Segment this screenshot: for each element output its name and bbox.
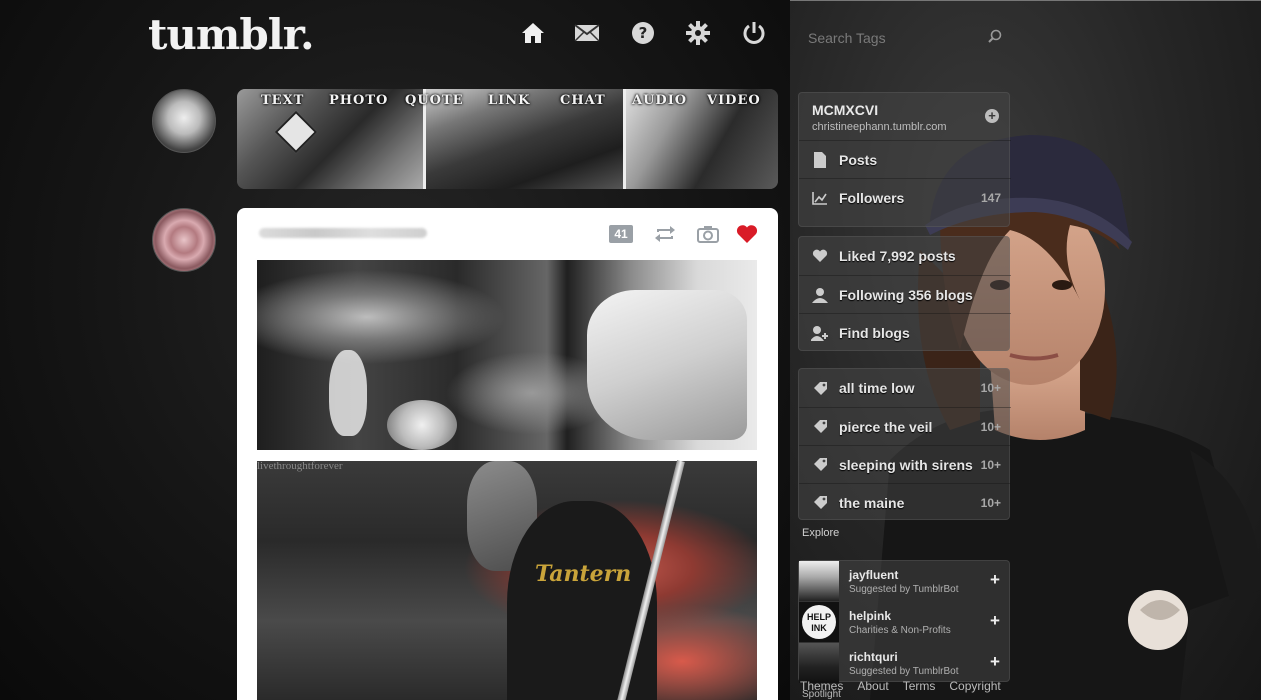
follow-button[interactable]: + — [987, 571, 1003, 588]
mail-icon[interactable] — [574, 20, 600, 46]
power-icon[interactable] — [741, 20, 767, 46]
footer-link-terms[interactable]: Terms — [903, 679, 936, 693]
search-input[interactable] — [808, 30, 978, 46]
tag-label: sleeping with sirens — [839, 456, 973, 473]
sidebar-item-label: Liked 7,992 posts — [839, 248, 956, 264]
post-card: 41 Tantern livethroughtforever — [237, 208, 778, 700]
tag-count: 10+ — [980, 381, 1001, 395]
tag-label: all time low — [839, 380, 915, 396]
tag-count: 10+ — [980, 419, 1001, 434]
tumblr-logo[interactable]: tumblr. — [148, 10, 315, 59]
footer-link-copyright[interactable]: Copyright — [949, 679, 1000, 693]
suggestion-item[interactable]: jayfluent Suggested by TumblrBot + — [799, 561, 1011, 602]
footer-link-spotlight[interactable]: Spotlight — [802, 689, 841, 700]
tag-icon — [811, 418, 829, 436]
sidebar-item-label: Following 356 blogs — [839, 286, 973, 303]
sidebar-item-find-blogs[interactable]: Find blogs — [799, 313, 1011, 351]
blog-panel: MCMXCVI christineephann.tumblr.com + Pos… — [798, 92, 1011, 227]
search-icon[interactable] — [988, 29, 1002, 48]
sidebar-item-liked[interactable]: Liked 7,992 posts — [799, 237, 1011, 275]
suggestion-name[interactable]: jayfluent — [849, 568, 898, 582]
help-ink-badge: HELP INK — [802, 605, 836, 639]
tag-item[interactable]: pierce the veil 10+ — [799, 407, 1011, 445]
suggestion-source: Suggested by TumblrBot — [849, 584, 959, 595]
sidebar-item-label: Find blogs — [839, 324, 910, 341]
heart-icon — [811, 247, 829, 265]
blog-name[interactable]: MCMXCVI — [812, 102, 878, 118]
sidebar-item-following[interactable]: Following 356 blogs — [799, 275, 1011, 313]
shirt-text: Tantern — [535, 561, 632, 587]
heart-icon[interactable] — [735, 222, 759, 246]
search-bar[interactable] — [800, 22, 1010, 54]
user-avatar[interactable] — [152, 89, 216, 153]
sidebar-item-followers[interactable]: Followers 147 — [799, 178, 1011, 216]
explore-label[interactable]: Explore — [802, 527, 839, 539]
suggestion-avatar[interactable] — [799, 643, 839, 683]
sidebar-item-posts[interactable]: Posts — [799, 140, 1011, 178]
sidebar-item-label: Posts — [839, 151, 878, 168]
tag-item[interactable]: the maine 10+ — [799, 483, 1011, 521]
tag-count: 10+ — [980, 457, 1001, 472]
post-type-audio[interactable]: AUDIO — [632, 93, 687, 108]
add-blog-button[interactable]: + — [985, 109, 999, 123]
notes-count-badge[interactable]: 41 — [609, 225, 633, 243]
activity-panel: Liked 7,992 posts Following 356 blogs Fi… — [798, 236, 1011, 351]
suggestion-item[interactable]: HELP INK helpink Charities & Non-Profits… — [799, 602, 1011, 643]
help-icon[interactable]: ? — [630, 20, 656, 46]
post-type-labels: TEXT PHOTO QUOTE LINK CHAT AUDIO VIDEO — [237, 93, 778, 111]
home-icon[interactable] — [520, 20, 546, 46]
post-type-chat[interactable]: CHAT — [560, 93, 606, 108]
person-icon — [811, 286, 829, 304]
tag-icon — [811, 456, 829, 474]
tag-icon — [811, 379, 829, 397]
tag-item[interactable]: sleeping with sirens 10+ — [799, 445, 1011, 483]
post-photo-2[interactable]: Tantern — [257, 460, 757, 700]
post-photo-1[interactable] — [257, 260, 757, 450]
post-type-text[interactable]: TEXT — [261, 93, 304, 108]
gear-icon[interactable] — [685, 20, 711, 46]
suggestion-name[interactable]: helpink — [849, 609, 891, 623]
suggestion-source: Suggested by TumblrBot — [849, 666, 959, 677]
reblog-icon[interactable] — [653, 222, 677, 246]
svg-text:?: ? — [639, 24, 648, 42]
sidebar-item-label: Followers — [839, 189, 905, 206]
suggestion-source: Charities & Non-Profits — [849, 625, 951, 636]
tag-item[interactable]: all time low 10+ — [799, 369, 1011, 407]
post-type-video[interactable]: VIDEO — [707, 93, 761, 108]
tag-label: pierce the veil — [839, 418, 933, 435]
post-type-link[interactable]: LINK — [488, 93, 530, 108]
post-author-avatar[interactable] — [152, 208, 216, 272]
blog-url[interactable]: christineephann.tumblr.com — [812, 121, 947, 133]
suggestions-panel: jayfluent Suggested by TumblrBot + HELP … — [798, 560, 1011, 684]
post-type-photo[interactable]: PHOTO — [329, 93, 388, 108]
followers-count: 147 — [980, 190, 1001, 205]
photo-credit: livethroughtforever — [257, 460, 343, 472]
post-type-quote[interactable]: QUOTE — [405, 93, 464, 108]
add-person-icon — [811, 324, 829, 342]
chart-icon — [811, 189, 829, 207]
follow-button[interactable]: + — [987, 612, 1003, 629]
tag-label: the maine — [839, 494, 905, 511]
follow-button[interactable]: + — [987, 653, 1003, 670]
suggestion-name[interactable]: richtquri — [849, 650, 898, 664]
camera-icon[interactable] — [696, 222, 720, 246]
tracked-tags-panel: all time low 10+ pierce the veil 10+ sle… — [798, 368, 1011, 521]
document-icon — [811, 151, 829, 169]
suggestion-item[interactable]: richtquri Suggested by TumblrBot + — [799, 643, 1011, 684]
footer-link-about[interactable]: About — [857, 679, 888, 693]
tag-count: 10+ — [980, 495, 1001, 510]
post-author-name-blurred[interactable] — [259, 228, 427, 238]
suggestion-avatar[interactable] — [799, 561, 839, 601]
suggestion-avatar[interactable]: HELP INK — [799, 602, 839, 642]
tag-icon — [811, 494, 829, 512]
